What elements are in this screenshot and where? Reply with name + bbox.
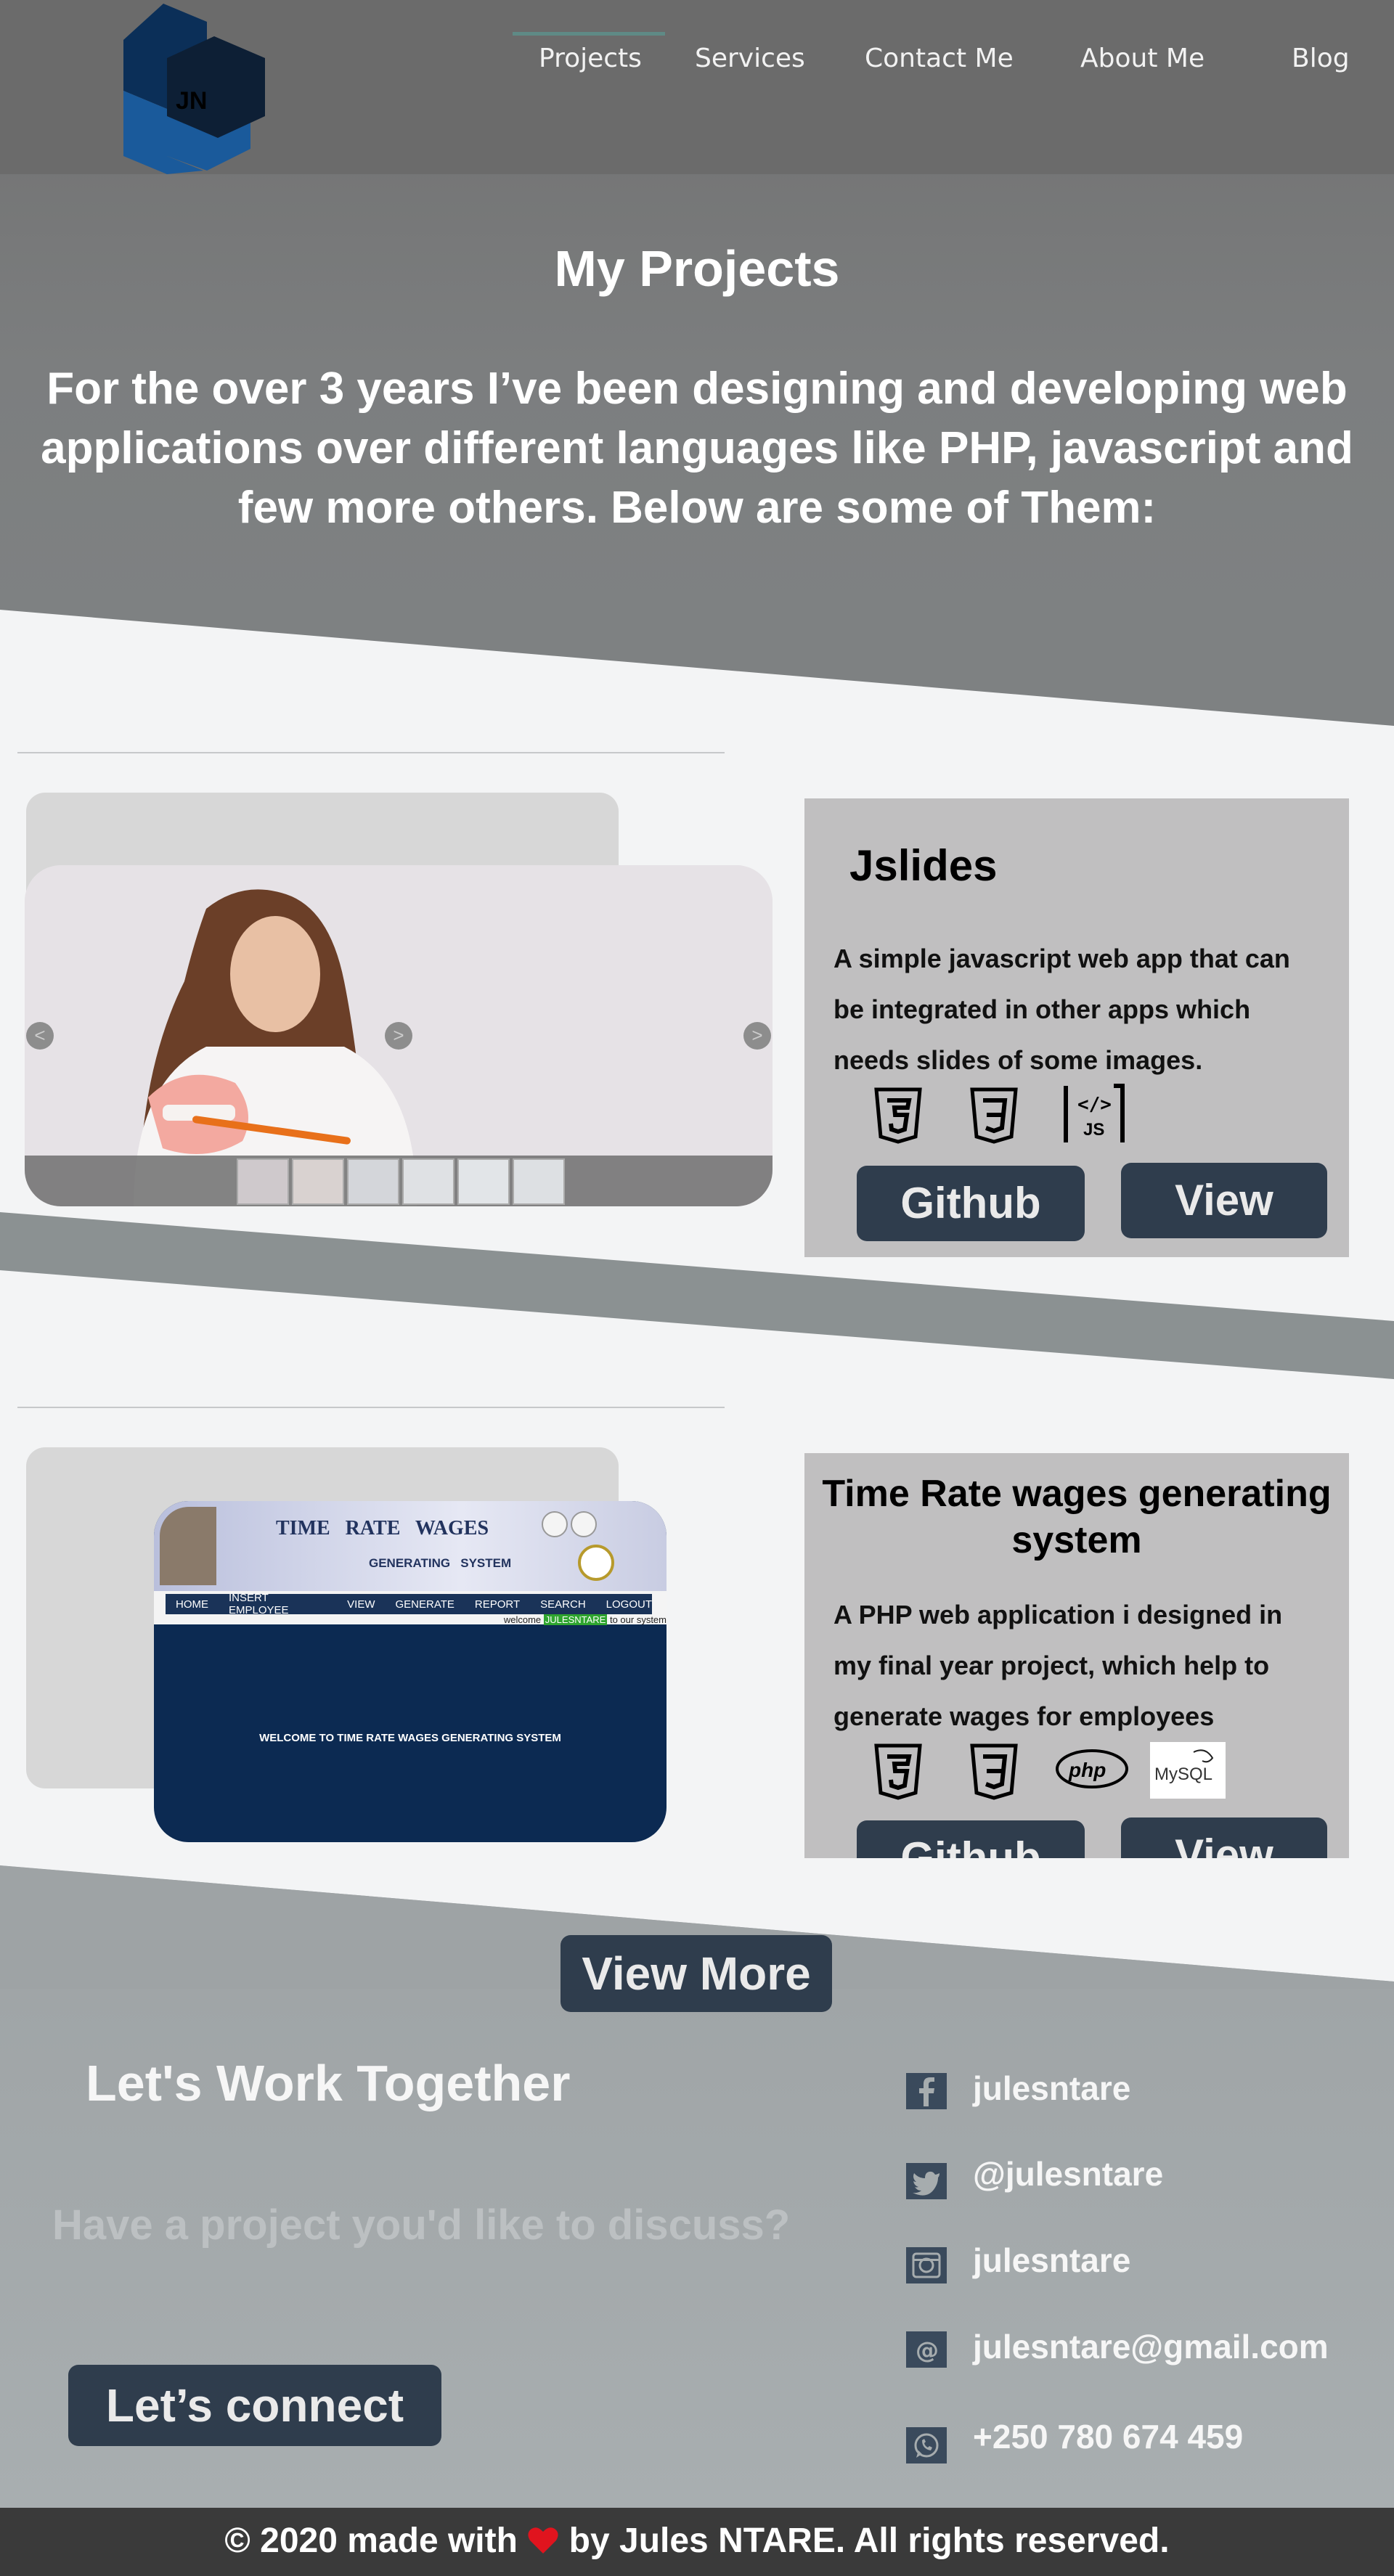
screenshot-menu-item[interactable]: HOME [176, 1598, 208, 1611]
view-button[interactable]: View [1121, 1163, 1327, 1238]
slider-thumbnail[interactable] [237, 1158, 289, 1205]
footer-text: © 2020 made with by Jules NTARE. All rig… [0, 2521, 1394, 2561]
project-description: A PHP web application i designed in my f… [833, 1600, 1283, 1731]
nav-active-indicator [513, 32, 665, 36]
logo[interactable]: JN [116, 0, 272, 174]
whatsapp-icon[interactable] [906, 2427, 947, 2463]
nav-about-me[interactable]: About Me [1080, 44, 1205, 73]
screenshot-menu-item[interactable]: VIEW [347, 1598, 375, 1611]
slider-thumbnail[interactable] [457, 1158, 510, 1205]
section-divider [17, 752, 725, 753]
nav-contact-me[interactable]: Contact Me [865, 44, 1014, 73]
twitter-handle[interactable]: @julesntare [973, 2154, 1163, 2193]
slider-next-button[interactable]: > [743, 1022, 771, 1050]
slider-thumbnail[interactable] [292, 1158, 344, 1205]
email-address[interactable]: julesntare@gmail.com [973, 2327, 1329, 2366]
github-button[interactable]: Github [857, 1166, 1085, 1241]
screenshot-menu-item[interactable]: SEARCH [540, 1598, 586, 1611]
project-title: Jslides [849, 841, 998, 890]
screenshot-banner: TIME RATE WAGES GENERATING SYSTEM [154, 1501, 667, 1591]
heart-icon [528, 2527, 558, 2553]
nav-projects[interactable]: Projects [539, 44, 642, 73]
project-card: Time Rate wages generating system A PHP … [804, 1453, 1349, 1910]
instagram-icon[interactable] [906, 2247, 947, 2283]
page-title: My Projects [554, 240, 840, 297]
screenshot-subtitle: GENERATING SYSTEM [369, 1556, 512, 1570]
phone-number[interactable]: +250 780 674 459 [973, 2417, 1243, 2456]
project-card: Jslides A simple javascript web app that… [804, 798, 1349, 1257]
screenshot-menu-item[interactable]: REPORT [475, 1598, 520, 1611]
email-icon[interactable]: @ [906, 2331, 947, 2368]
svg-text:php: php [1068, 1759, 1106, 1781]
hero-text: For the over 3 years I’ve been designing… [41, 364, 1353, 533]
logo-text: JN [176, 87, 207, 115]
slider-next-button[interactable]: > [385, 1022, 412, 1050]
svg-text:JS: JS [1083, 1120, 1104, 1140]
nav-blog[interactable]: Blog [1292, 44, 1350, 73]
footer-prefix: © 2020 made with [224, 2522, 518, 2560]
section-divider [17, 1407, 725, 1408]
view-more-button[interactable]: View More [561, 1935, 832, 2012]
php-icon: php [1056, 1749, 1128, 1788]
html5-icon [874, 1743, 922, 1800]
project-title: Time Rate wages generating system [822, 1473, 1332, 1561]
mysql-icon: MySQL [1150, 1742, 1226, 1799]
css3-icon [970, 1743, 1018, 1800]
slider-thumbnail[interactable] [402, 1158, 455, 1205]
slider-prev-button[interactable]: < [26, 1022, 54, 1050]
nav-services[interactable]: Services [695, 44, 805, 73]
instagram-handle[interactable]: julesntare [973, 2241, 1130, 2280]
screenshot-body-text: WELCOME TO TIME RATE WAGES GENERATING SY… [259, 1732, 561, 1744]
screenshot-title: TIME RATE WAGES [276, 1517, 489, 1540]
screenshot-menu-item[interactable]: INSERT EMPLOYEE [229, 1592, 327, 1616]
money-image [160, 1507, 216, 1585]
screenshot-menu-item[interactable]: GENERATE [396, 1598, 455, 1611]
project-description: A simple javascript web app that can be … [833, 944, 1290, 1075]
css3-icon [970, 1087, 1018, 1144]
slider-thumbnail[interactable] [513, 1158, 565, 1205]
footer-suffix: by Jules NTARE. All rights reserved. [568, 2522, 1170, 2560]
lets-connect-button[interactable]: Let’s connect [68, 2365, 441, 2446]
svg-text:@: @ [916, 2336, 939, 2364]
svg-text:</>: </> [1077, 1094, 1112, 1116]
facebook-handle[interactable]: julesntare [973, 2069, 1130, 2108]
svg-text:MySQL: MySQL [1154, 1765, 1212, 1784]
slider-thumbnail[interactable] [347, 1158, 399, 1205]
clock-figure-image [520, 1511, 629, 1584]
contact-subtitle: Have a project you'd like to discuss? [52, 2201, 791, 2249]
screenshot-welcome: welcome JULESNTARE to our system [503, 1614, 667, 1625]
screenshot-menu-item[interactable]: LOGOUT [606, 1598, 652, 1611]
contact-title: Let's Work Together [86, 2055, 571, 2111]
facebook-icon[interactable] [906, 2073, 947, 2109]
javascript-icon: </> JS [1064, 1084, 1125, 1142]
html5-icon [874, 1087, 922, 1144]
twitter-icon[interactable] [906, 2163, 947, 2199]
screenshot-menu: HOME INSERT EMPLOYEE VIEW GENERATE REPOR… [166, 1592, 652, 1616]
project-screenshot[interactable]: TIME RATE WAGES GENERATING SYSTEM HOME I… [154, 1501, 667, 1842]
